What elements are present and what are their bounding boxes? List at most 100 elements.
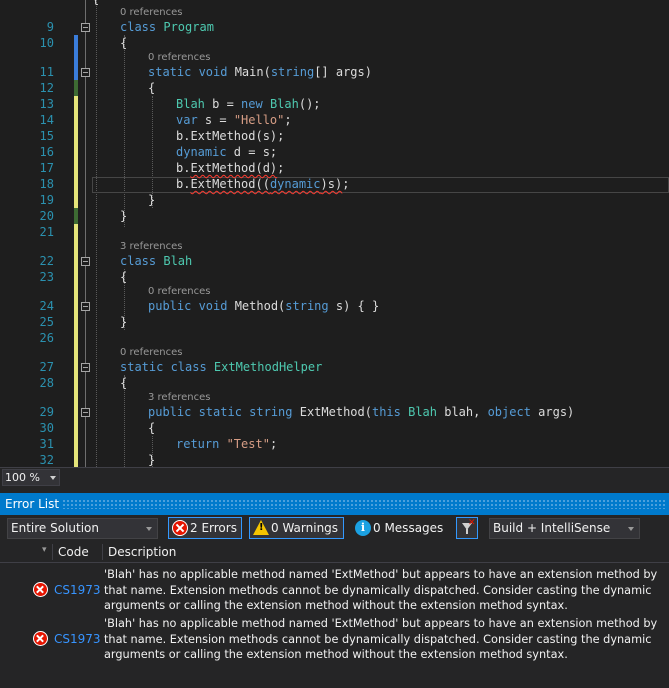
collapse-icon[interactable] bbox=[81, 363, 90, 372]
error-code-link[interactable]: CS1973 bbox=[54, 631, 101, 647]
code-line: Blah b = new Blah(); bbox=[176, 97, 321, 111]
line-number: 9 bbox=[46, 20, 54, 34]
codelens-references[interactable]: 0 references bbox=[120, 347, 183, 359]
panel-title: Error List bbox=[5, 497, 60, 511]
code-line: dynamic d = s; bbox=[176, 145, 278, 159]
line-number: 19 bbox=[39, 193, 54, 207]
code-line: return "Test"; bbox=[176, 437, 278, 451]
line-number: 27 bbox=[39, 360, 54, 374]
error-description: 'Blah' has no applicable method named 'E… bbox=[104, 568, 658, 612]
code-line: { bbox=[92, 0, 99, 7]
code-line: { bbox=[148, 421, 156, 435]
error-icon bbox=[33, 631, 48, 646]
line-number: 21 bbox=[39, 225, 54, 239]
chevron-down-icon bbox=[146, 527, 152, 531]
line-number: 10 bbox=[39, 36, 54, 50]
code-line: } bbox=[120, 209, 128, 223]
zoom-dropdown[interactable]: 100 % bbox=[2, 469, 60, 486]
code-line: } bbox=[148, 453, 156, 467]
errors-count-label: 2 Errors bbox=[190, 521, 237, 535]
code-line: b.ExtMethod(s); bbox=[176, 129, 285, 143]
codelens-references[interactable]: 0 references bbox=[148, 52, 211, 64]
messages-filter-button[interactable]: i 0 Messages bbox=[351, 517, 449, 539]
chevron-down-icon bbox=[628, 527, 634, 531]
indent-guide bbox=[124, 35, 125, 227]
unsaved-change-marker bbox=[74, 96, 78, 208]
error-squiggle: ExtMethod(( bbox=[190, 177, 270, 191]
editor-status-bar: 100 % bbox=[0, 467, 669, 487]
error-icon bbox=[172, 520, 188, 536]
scope-value: Entire Solution bbox=[11, 521, 99, 535]
line-number: 11 bbox=[39, 65, 54, 79]
line-number: 28 bbox=[39, 376, 54, 390]
clear-filter-button[interactable]: ✕ bbox=[456, 517, 478, 539]
error-code-link[interactable]: CS1973 bbox=[54, 582, 101, 598]
code-line: static void Main(string[] args) bbox=[148, 65, 372, 79]
code-line: { bbox=[120, 376, 128, 390]
collapse-icon[interactable] bbox=[81, 257, 90, 266]
collapse-icon[interactable] bbox=[81, 68, 90, 77]
line-number: 22 bbox=[39, 254, 54, 268]
column-header-code[interactable]: Code bbox=[58, 541, 89, 563]
build-source-dropdown[interactable]: Build + IntelliSense bbox=[489, 518, 640, 539]
code-line: { bbox=[148, 81, 156, 95]
warnings-filter-button[interactable]: ! 0 Warnings bbox=[249, 517, 344, 539]
code-line: { bbox=[120, 270, 128, 284]
line-number: 23 bbox=[39, 270, 54, 284]
error-icon bbox=[33, 582, 48, 597]
line-number: 16 bbox=[39, 145, 54, 159]
line-number: 30 bbox=[39, 421, 54, 435]
panel-title-bar[interactable]: Error List bbox=[0, 493, 669, 515]
line-number: 13 bbox=[39, 97, 54, 111]
column-header-description[interactable]: Description bbox=[108, 541, 176, 563]
code-line: } bbox=[120, 315, 128, 329]
error-list-panel: Error List Entire Solution 2 Errors ! 0 … bbox=[0, 487, 669, 688]
line-number: 24 bbox=[39, 299, 54, 313]
code-line: { bbox=[120, 36, 128, 50]
code-line: } bbox=[148, 193, 156, 207]
line-number: 26 bbox=[39, 331, 54, 345]
error-description: 'Blah' has no applicable method named 'E… bbox=[104, 617, 658, 661]
messages-count-label: 0 Messages bbox=[373, 521, 444, 535]
line-number: 25 bbox=[39, 315, 54, 329]
line-number: 17 bbox=[39, 161, 54, 175]
codelens-references[interactable]: 3 references bbox=[148, 392, 211, 404]
collapse-icon[interactable] bbox=[81, 23, 90, 32]
line-number: 32 bbox=[39, 453, 54, 467]
code-line: var s = "Hello"; bbox=[176, 113, 292, 127]
warnings-count-label: 0 Warnings bbox=[271, 521, 339, 535]
info-icon: i bbox=[355, 520, 371, 536]
code-line-error: b.ExtMethod((dynamic)s); bbox=[176, 177, 350, 191]
error-row[interactable]: CS1973 'Blah' has no applicable method n… bbox=[0, 567, 669, 613]
errors-filter-button[interactable]: 2 Errors bbox=[168, 517, 242, 539]
error-list-toolbar: Entire Solution 2 Errors ! 0 Warnings i … bbox=[0, 515, 669, 541]
code-editor[interactable]: 9 10 11 12 13 14 15 16 17 18 19 20 21 22… bbox=[0, 0, 669, 467]
sort-icon[interactable]: ▾ bbox=[42, 546, 47, 555]
line-number: 14 bbox=[39, 113, 54, 127]
zoom-level: 100 % bbox=[5, 471, 40, 484]
code-line: static class ExtMethodHelper bbox=[120, 360, 323, 374]
codelens-references[interactable]: 0 references bbox=[120, 7, 183, 19]
changed-lines-marker bbox=[74, 35, 78, 80]
chevron-down-icon bbox=[50, 476, 56, 480]
build-source-value: Build + IntelliSense bbox=[493, 521, 611, 535]
line-number: 18 bbox=[39, 177, 54, 191]
code-line: class Program bbox=[120, 20, 214, 34]
line-number: 20 bbox=[39, 209, 54, 223]
code-line: public void Method(string s) { } bbox=[148, 299, 380, 313]
saved-change-marker bbox=[74, 208, 78, 224]
error-row[interactable]: CS1973 'Blah' has no applicable method n… bbox=[0, 616, 669, 662]
line-number: 29 bbox=[39, 405, 54, 419]
column-header-row: ▾ Code Description bbox=[0, 541, 669, 563]
codelens-references[interactable]: 3 references bbox=[120, 241, 183, 253]
collapse-icon[interactable] bbox=[81, 302, 90, 311]
codelens-references[interactable]: 0 references bbox=[148, 286, 211, 298]
code-line: class Blah bbox=[120, 254, 193, 268]
scope-dropdown[interactable]: Entire Solution bbox=[7, 518, 158, 539]
drag-grip[interactable] bbox=[62, 499, 665, 509]
code-line: public static string ExtMethod(this Blah… bbox=[148, 405, 575, 419]
error-squiggle: ExtMethod(d) bbox=[190, 161, 278, 175]
line-number: 15 bbox=[39, 129, 54, 143]
line-number: 31 bbox=[39, 437, 54, 451]
collapse-icon[interactable] bbox=[81, 408, 90, 417]
